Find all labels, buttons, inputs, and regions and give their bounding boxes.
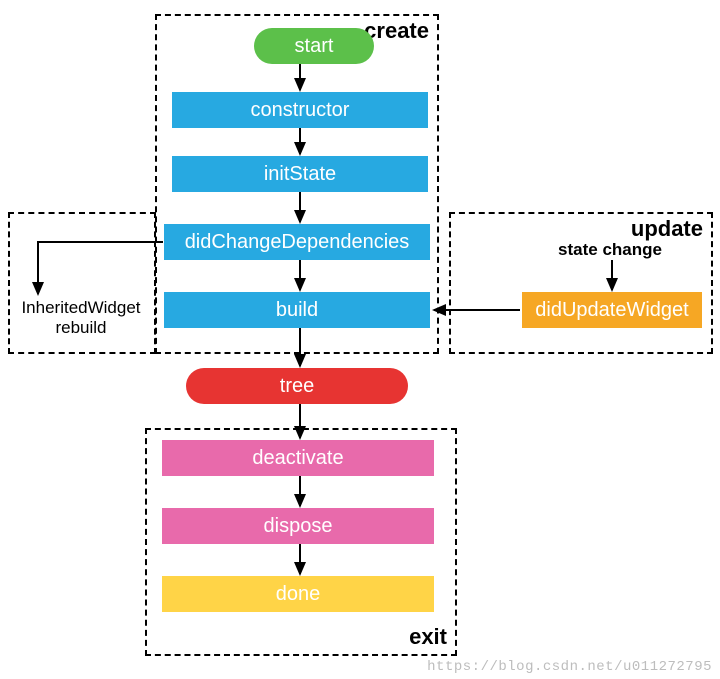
constructor-node: constructor <box>172 92 428 128</box>
tree-text: tree <box>280 376 314 396</box>
initstate-text: initState <box>264 164 336 184</box>
inherited-l2: rebuild <box>55 318 106 337</box>
didupdatewidget-node: didUpdateWidget <box>522 292 702 328</box>
deactivate-text: deactivate <box>252 448 343 468</box>
update-label: update <box>631 216 703 242</box>
lifecycle-diagram: create update exit start constructor ini… <box>0 0 720 679</box>
create-label: create <box>364 18 429 44</box>
start-text: start <box>295 36 334 56</box>
dispose-text: dispose <box>264 516 333 536</box>
update-panel: update <box>449 212 713 354</box>
inherited-l1: InheritedWidget <box>21 298 140 317</box>
exit-label: exit <box>409 624 447 650</box>
build-text: build <box>276 300 318 320</box>
didchangedeps-node: didChangeDependencies <box>164 224 430 260</box>
build-node: build <box>164 292 430 328</box>
initstate-node: initState <box>172 156 428 192</box>
tree-node: tree <box>186 368 408 404</box>
done-node: done <box>162 576 434 612</box>
didchangedeps-text: didChangeDependencies <box>185 232 410 252</box>
inherited-rebuild-label: InheritedWidget rebuild <box>12 298 150 337</box>
start-node: start <box>254 28 374 64</box>
constructor-text: constructor <box>251 100 350 120</box>
state-change-text: state change <box>558 240 662 259</box>
dispose-node: dispose <box>162 508 434 544</box>
state-change-label: state change <box>540 240 680 260</box>
deactivate-node: deactivate <box>162 440 434 476</box>
done-text: done <box>276 584 321 604</box>
didupdatewidget-text: didUpdateWidget <box>535 300 688 320</box>
watermark: https://blog.csdn.net/u011272795 <box>427 659 712 675</box>
